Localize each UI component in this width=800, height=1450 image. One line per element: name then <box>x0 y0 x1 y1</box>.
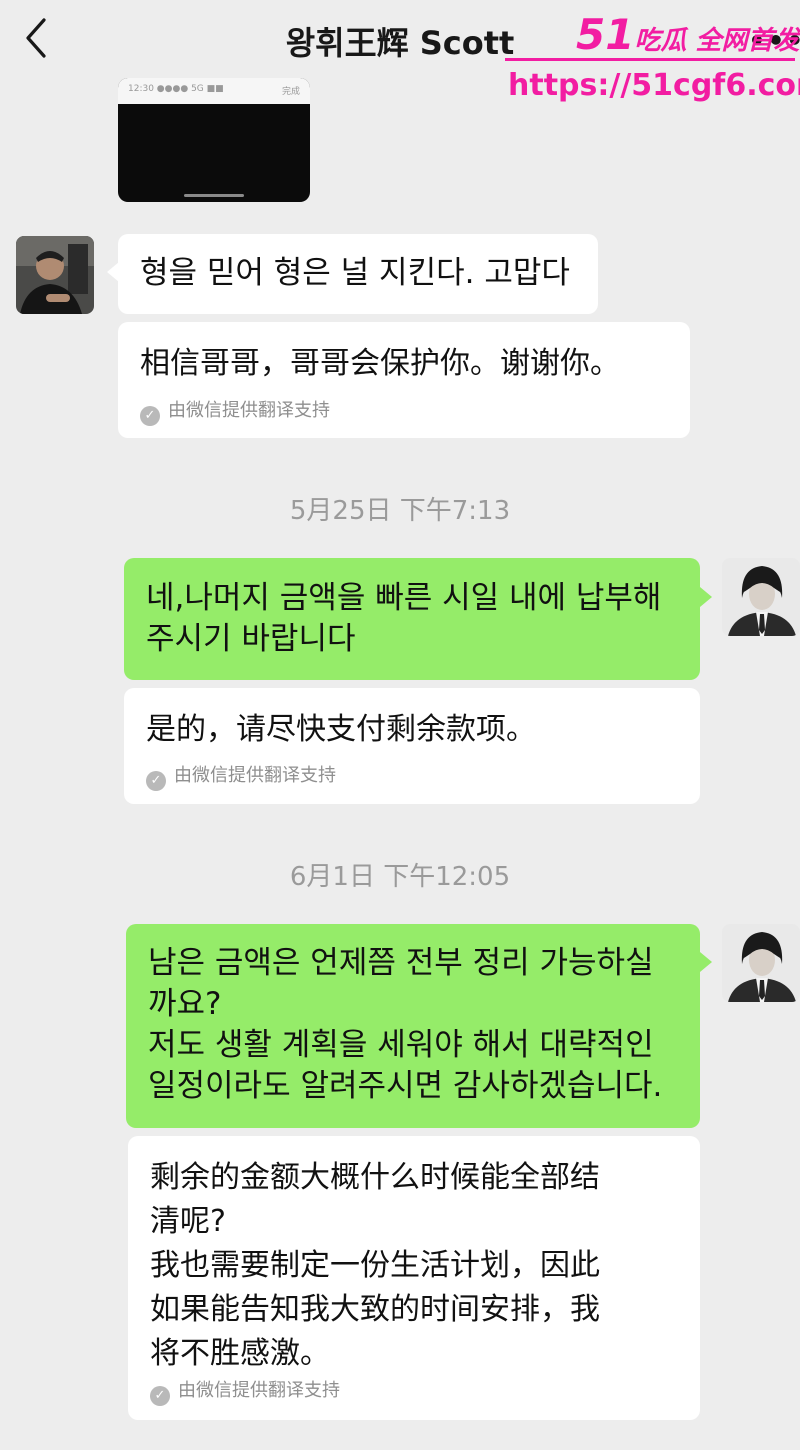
translation-note: ✓ 由微信提供翻译支持 <box>140 396 330 426</box>
translation-note: ✓ 由微信提供翻译支持 <box>146 761 336 791</box>
message-text: 네,나머지 금액을 빠른 시일 내에 납부해 주시기 바랍니다 <box>146 580 662 657</box>
my-avatar[interactable] <box>722 558 800 636</box>
watermark-divider <box>505 58 795 61</box>
image-status-bar: 12:30 ●●●● 5G ■■ 完成 <box>118 78 310 104</box>
person-photo-icon <box>722 558 800 636</box>
check-circle-icon: ✓ <box>140 406 160 426</box>
image-home-indicator <box>184 194 244 197</box>
check-circle-icon: ✓ <box>150 1386 170 1406</box>
watermark-url: https://51cgf6.com <box>508 68 800 103</box>
image-message[interactable]: 12:30 ●●●● 5G ■■ 完成 <box>118 78 310 202</box>
watermark-brand: 51吃瓜 全网首发 <box>576 10 800 59</box>
timestamp: 5月25日 下午7:13 <box>289 496 511 526</box>
watermark-brand-number: 51 <box>576 10 635 59</box>
image-status-text: 12:30 ●●●● 5G ■■ <box>128 84 224 94</box>
message-text: 형을 믿어 형은 널 지킨다. 고맙다 <box>140 255 570 291</box>
translation-text: 剩余的金额大概什么时候能全部结 清呢? 我也需要制定一份生活计划，因此 如果能告… <box>150 1160 600 1371</box>
my-avatar[interactable] <box>722 924 800 1002</box>
person-photo-icon <box>16 236 94 314</box>
translation-note: ✓ 由微信提供翻译支持 <box>150 1376 340 1406</box>
person-photo-icon <box>722 924 800 1002</box>
image-done-text: 完成 <box>281 87 300 97</box>
contact-avatar[interactable] <box>16 236 94 314</box>
check-circle-icon: ✓ <box>146 771 166 791</box>
watermark-brand-text: 吃瓜 全网首发 <box>634 26 800 56</box>
translation-text: 相信哥哥，哥哥会保护你。谢谢你。 <box>140 346 620 381</box>
bubble-tail <box>700 587 712 607</box>
timestamp: 6月1日 下午12:05 <box>289 862 511 892</box>
message-text: 남은 금액은 언제쯤 전부 정리 가능하실 까요? 저도 생활 계획을 세워야 … <box>148 945 663 1104</box>
bubble-tail <box>700 952 712 972</box>
translation-text: 是的，请尽快支付剩余款项。 <box>146 712 536 747</box>
